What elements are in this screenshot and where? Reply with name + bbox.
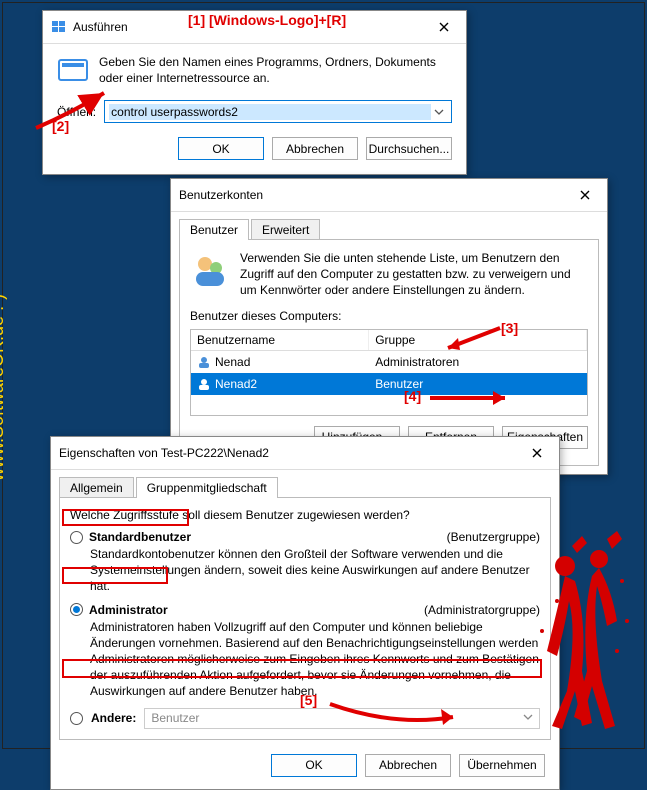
list-header: Benutzername Gruppe: [191, 330, 587, 351]
annotation-3: [3]: [501, 320, 518, 336]
row-username: Nenad2: [215, 377, 257, 391]
radio-standard-group: (Benutzergruppe): [447, 530, 540, 544]
user-icon: [197, 377, 211, 391]
run-dialog: Ausführen Geben Sie den Namen eines Prog…: [42, 10, 467, 175]
accounts-titlebar: Benutzerkonten: [171, 179, 607, 212]
accounts-dialog: Benutzerkonten Benutzer Erweitert Verwen…: [170, 178, 608, 475]
props-ok-button[interactable]: OK: [271, 754, 357, 777]
standard-desc: Standardkontobenutzer können den Großtei…: [90, 546, 540, 595]
run-close-button[interactable]: [430, 17, 458, 37]
access-question: Welche Zugriffsstufe soll diesem Benutze…: [70, 508, 540, 522]
col-group-header[interactable]: Gruppe: [369, 330, 587, 350]
properties-dialog: Eigenschaften von Test-PC222\Nenad2 Allg…: [50, 436, 560, 790]
props-titlebar: Eigenschaften von Test-PC222\Nenad2: [51, 437, 559, 470]
annotation-1: [1] [Windows-Logo]+[R]: [188, 12, 346, 28]
accounts-intro: Verwenden Sie die unten stehende Liste, …: [240, 250, 588, 299]
row-group: Administratoren: [369, 353, 587, 371]
other-role-combobox[interactable]: Benutzer: [144, 708, 540, 729]
radio-other[interactable]: Andere: Benutzer: [70, 708, 540, 729]
list-row[interactable]: Nenad Administratoren: [191, 351, 587, 373]
tab-advanced[interactable]: Erweitert: [251, 219, 320, 240]
radio-other-label: Andere:: [91, 711, 136, 725]
radio-icon: [70, 712, 83, 725]
radio-administrator[interactable]: Administrator (Administratorgruppe): [70, 603, 540, 617]
radio-icon: [70, 531, 83, 544]
radio-admin-group: (Administratorgruppe): [424, 603, 540, 617]
radio-icon: [70, 603, 83, 616]
run-ok-button[interactable]: OK: [178, 137, 264, 160]
watermark-text: www.SoftwareOK.de :-): [0, 294, 8, 481]
open-combobox[interactable]: [104, 100, 452, 123]
props-cancel-button[interactable]: Abbrechen: [365, 754, 451, 777]
run-app-icon: [57, 54, 89, 86]
accounts-tabs: Benutzer Erweitert: [171, 212, 607, 239]
row-group: Benutzer: [369, 375, 587, 393]
run-logo-icon: [51, 19, 67, 35]
annotation-5: [5]: [300, 692, 317, 708]
accounts-title: Benutzerkonten: [179, 188, 571, 202]
props-title: Eigenschaften von Test-PC222\Nenad2: [59, 446, 523, 460]
run-description: Geben Sie den Namen eines Programms, Ord…: [99, 54, 452, 86]
open-input[interactable]: [109, 104, 431, 120]
open-label: Öffnen:: [57, 105, 96, 119]
tab-general[interactable]: Allgemein: [59, 477, 134, 498]
user-icon: [197, 355, 211, 369]
users-icon: [190, 250, 230, 290]
other-role-value: Benutzer: [151, 711, 199, 725]
admin-desc: Administratoren haben Vollzugriff auf de…: [90, 619, 540, 700]
chevron-down-icon[interactable]: [431, 107, 447, 117]
list-label: Benutzer dieses Computers:: [190, 309, 588, 323]
accounts-close-button[interactable]: [571, 185, 599, 205]
tab-group-membership[interactable]: Gruppenmitgliedschaft: [136, 477, 278, 498]
props-apply-button[interactable]: Übernehmen: [459, 754, 545, 777]
radio-standard-user[interactable]: Standardbenutzer (Benutzergruppe): [70, 530, 540, 544]
props-close-button[interactable]: [523, 443, 551, 463]
run-browse-button[interactable]: Durchsuchen...: [366, 137, 452, 160]
user-list[interactable]: Benutzername Gruppe Nenad Administratore…: [190, 329, 588, 416]
annotation-4: [4]: [404, 388, 421, 404]
col-username-header[interactable]: Benutzername: [191, 330, 369, 350]
list-row-selected[interactable]: Nenad2 Benutzer: [191, 373, 587, 395]
tab-users[interactable]: Benutzer: [179, 219, 249, 240]
annotation-2: [2]: [52, 118, 69, 134]
row-username: Nenad: [215, 355, 250, 369]
radio-standard-label: Standardbenutzer: [89, 530, 191, 544]
radio-admin-label: Administrator: [89, 603, 168, 617]
run-cancel-button[interactable]: Abbrechen: [272, 137, 358, 160]
props-tabs: Allgemein Gruppenmitgliedschaft: [51, 470, 559, 497]
dancers-icon: [527, 531, 637, 731]
